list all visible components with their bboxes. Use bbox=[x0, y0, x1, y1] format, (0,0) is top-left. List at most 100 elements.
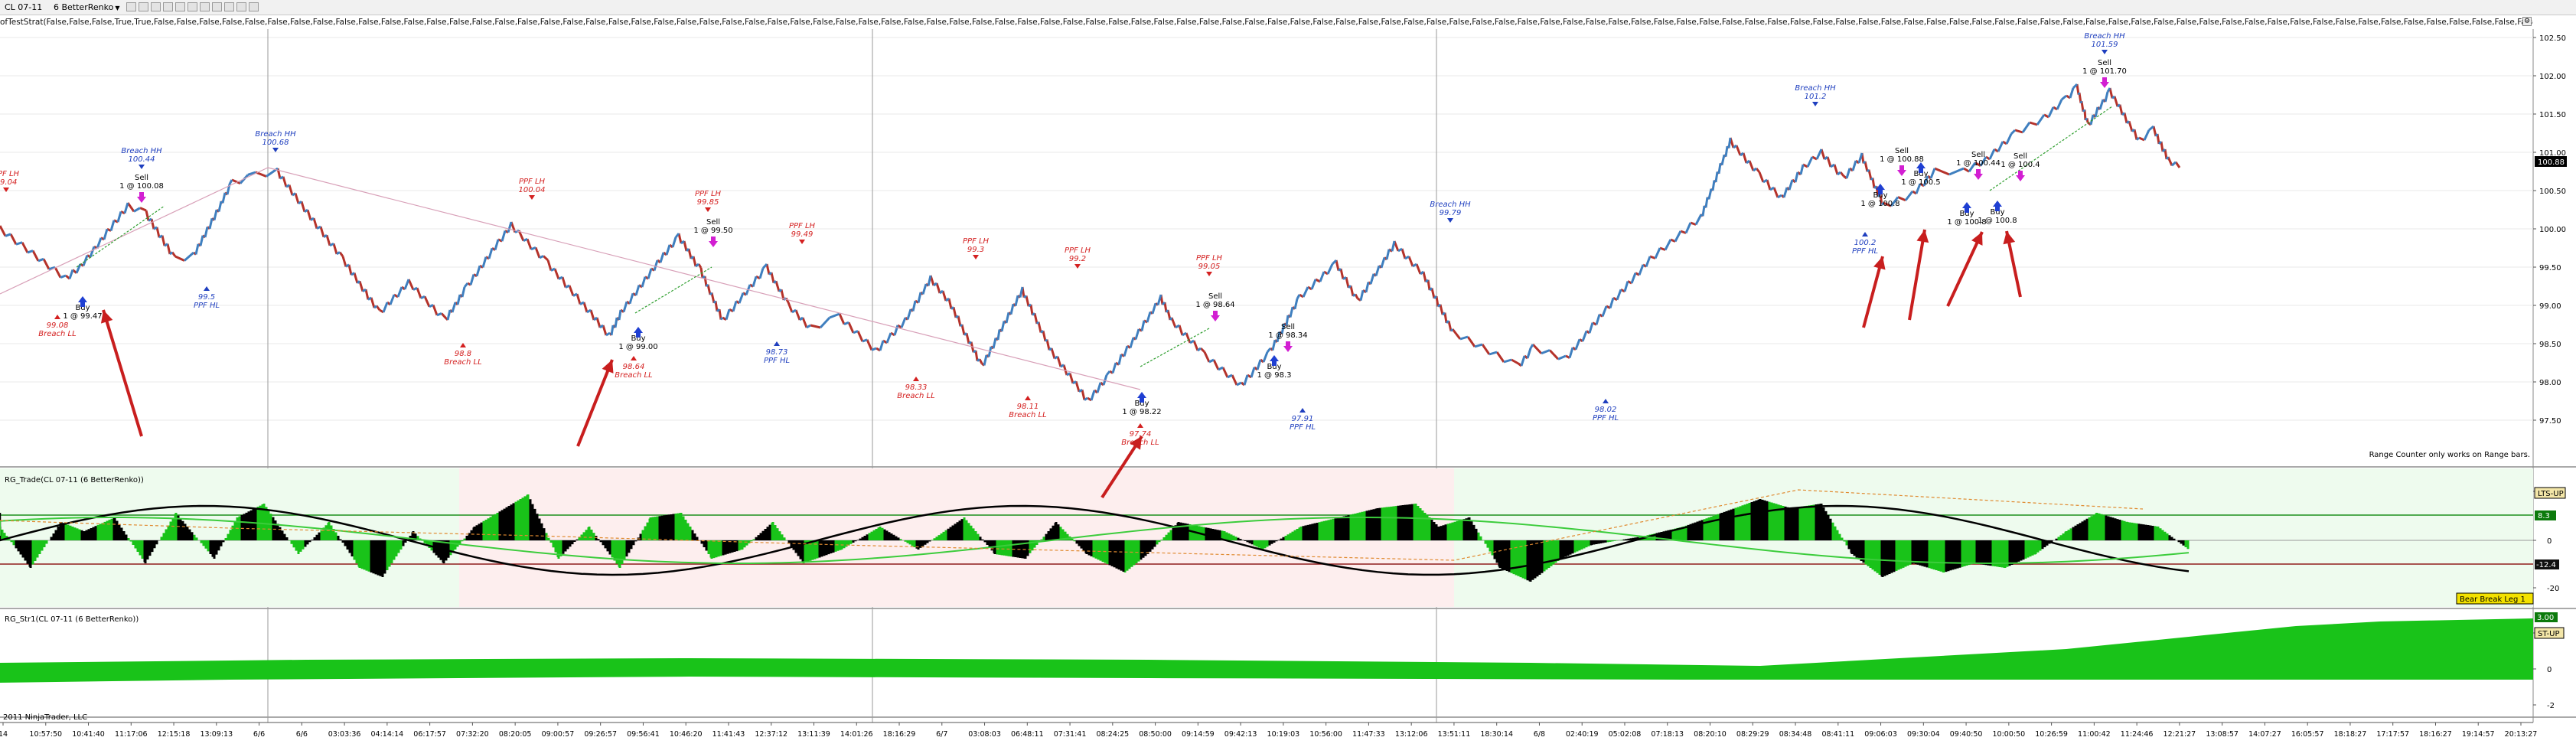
value-bottom-label: -12.4 bbox=[2536, 561, 2556, 569]
annotation-line-2: PPF HL bbox=[194, 302, 220, 310]
annotation-line-2: 100.04 bbox=[519, 186, 546, 194]
time-tick-label: 03:08:03 bbox=[968, 730, 1001, 739]
annotation-line-2: 100.44 bbox=[129, 155, 155, 164]
current-price-label: 100.88 bbox=[2538, 158, 2565, 167]
annotation-line-1: PPF LH bbox=[789, 222, 816, 230]
time-tick-label: 10:57:50 bbox=[29, 730, 62, 739]
trade-action: Sell bbox=[1208, 292, 1222, 301]
price-tick-label: 101.50 bbox=[2539, 111, 2566, 119]
time-tick-label: 11:24:46 bbox=[2121, 730, 2154, 739]
trade-fill: 1 @ 100.08 bbox=[119, 182, 164, 191]
annotation-line-2: 99.04 bbox=[0, 178, 17, 187]
trade-fill: 1 @ 98.64 bbox=[1195, 301, 1234, 309]
time-tick-label: 08:20:05 bbox=[499, 730, 532, 739]
trade-fill: 1 @ 99.00 bbox=[618, 343, 657, 351]
annotation-line-2: 100.68 bbox=[262, 139, 289, 147]
time-tick-label: 08:34:48 bbox=[1779, 730, 1812, 739]
annotation-line-1: Breach HH bbox=[255, 130, 296, 139]
time-tick-label: 6/6 bbox=[296, 730, 308, 739]
annotation-line-1: PPF LH bbox=[695, 190, 722, 198]
trade-fill: 1 @ 100.88 bbox=[1880, 155, 1924, 164]
annotation-line-1: PPF LH bbox=[519, 178, 546, 186]
value-top-label: 8.3 bbox=[2538, 512, 2550, 520]
annotation-line-1: Breach HH bbox=[2084, 32, 2125, 41]
time-tick-label: 10:26:59 bbox=[2035, 730, 2068, 739]
trade-action: Sell bbox=[1895, 147, 1909, 155]
time-tick-label: 08:41:11 bbox=[1821, 730, 1854, 739]
annotation-line-2: 99.05 bbox=[1198, 263, 1221, 271]
time-tick-label: 08:24:25 bbox=[1096, 730, 1129, 739]
time-tick-label: 16:05:57 bbox=[2291, 730, 2324, 739]
price-tick-label: 100.50 bbox=[2539, 188, 2566, 196]
price-tick-label: 98.00 bbox=[2539, 379, 2561, 387]
annotation-line-2: 99.79 bbox=[1440, 209, 1462, 217]
time-tick-label: 05:02:08 bbox=[1609, 730, 1642, 739]
trade-fill: 1 @ 99.50 bbox=[693, 227, 732, 235]
trade-fill: 1 @ 99.47 bbox=[63, 312, 102, 321]
time-tick-label: 12:37:12 bbox=[755, 730, 787, 739]
time-tick-label: 07:18:13 bbox=[1651, 730, 1684, 739]
time-tick-label: 11:41:43 bbox=[712, 730, 745, 739]
annotation-line-2: PPF HL bbox=[1593, 414, 1619, 422]
time-tick-label: 09:26:57 bbox=[584, 730, 617, 739]
time-tick-label: 07:32:20 bbox=[456, 730, 489, 739]
trade-action: Sell bbox=[706, 218, 720, 227]
annotation-line-1: PPF LH bbox=[1065, 246, 1091, 255]
annotation-line-2: 99.49 bbox=[791, 230, 814, 239]
time-tick-label: 10:19:03 bbox=[1267, 730, 1300, 739]
indicator-title: RG_Str1(CL 07-11 (6 BetterRenko)) bbox=[5, 615, 139, 624]
trade-fill: 1 @ 98.34 bbox=[1268, 331, 1307, 340]
annotation-line-2: 101.59 bbox=[2092, 41, 2118, 49]
time-tick-label: 19:14:57 bbox=[2462, 730, 2495, 739]
price-tick-label: 102.50 bbox=[2539, 34, 2566, 43]
annotation-line-1: 98.02 bbox=[1595, 406, 1617, 414]
annotation-line-1: 97.91 bbox=[1292, 415, 1314, 423]
bull-zone bbox=[1454, 468, 2533, 607]
p3-tick-label: 0 bbox=[2547, 666, 2552, 674]
chart-canvas[interactable]: PPF LH99.04Breach HH100.44Breach HH100.6… bbox=[0, 0, 2576, 747]
time-tick-label: 09:40:50 bbox=[1950, 730, 1983, 739]
annotation-line-2: Breach LL bbox=[444, 358, 481, 367]
annotation-line-2: 99.3 bbox=[967, 246, 984, 254]
trade-action: Sell bbox=[1971, 151, 1985, 159]
strength-area bbox=[0, 618, 2533, 683]
time-tick-label: 06:48:11 bbox=[1011, 730, 1044, 739]
indicator-title: RG_Trade(CL 07-11 (6 BetterRenko)) bbox=[5, 476, 144, 484]
time-tick-label: 13:09:13 bbox=[200, 730, 233, 739]
price-tick-label: 97.50 bbox=[2539, 417, 2561, 426]
price-panel bbox=[0, 29, 2576, 465]
trade-fill: 1 @ 98.22 bbox=[1122, 408, 1161, 416]
time-tick-label: 11:17:06 bbox=[115, 730, 148, 739]
lts-badge-label: LTS-UP bbox=[2538, 490, 2564, 498]
trade-fill: 1 @ 100.8 bbox=[1978, 217, 2017, 225]
annotation-line-2: Breach LL bbox=[897, 392, 934, 400]
trade-action: Sell bbox=[135, 174, 148, 182]
time-tick-label: 08:29:29 bbox=[1736, 730, 1769, 739]
annotation-line-1: Breach HH bbox=[1430, 201, 1471, 209]
time-tick-label: 18:16:27 bbox=[2419, 730, 2452, 739]
annotation-line-2: PPF HL bbox=[1290, 423, 1316, 432]
st-badge-label: ST-UP bbox=[2538, 630, 2560, 638]
annotation-line-2: PPF HL bbox=[764, 357, 790, 365]
annotation-line-1: 98.11 bbox=[1017, 403, 1039, 411]
annotation-line-1: PPF LH bbox=[1196, 254, 1223, 263]
time-tick-label: 10:41:40 bbox=[72, 730, 105, 739]
time-tick-label: 13:51:11 bbox=[1438, 730, 1471, 739]
trade-fill: 1 @ 100.5 bbox=[1901, 178, 1940, 187]
time-tick-label: 10:56:00 bbox=[1309, 730, 1342, 739]
time-tick-label: 17:17:57 bbox=[2376, 730, 2409, 739]
annotation-line-2: Breach LL bbox=[615, 371, 652, 380]
price-tick-label: 100.00 bbox=[2539, 226, 2566, 234]
time-tick-label: 12:21:27 bbox=[2164, 730, 2196, 739]
time-tick-label: 09:06:03 bbox=[1864, 730, 1897, 739]
time-tick-label: 03:03:36 bbox=[328, 730, 361, 739]
time-tick-label: 02:40:19 bbox=[1566, 730, 1599, 739]
trade-fill: 1 @ 100.44 bbox=[1956, 159, 2000, 168]
annotation-line-2: Breach LL bbox=[1009, 411, 1046, 419]
time-tick-label: 09:42:13 bbox=[1224, 730, 1257, 739]
time-tick-label: 10:46:20 bbox=[670, 730, 703, 739]
time-tick-label: 6/7 bbox=[936, 730, 947, 739]
time-tick-label: 08:50:00 bbox=[1139, 730, 1172, 739]
time-tick-label: 18:16:29 bbox=[883, 730, 916, 739]
time-tick-label: 12:15:18 bbox=[158, 730, 191, 739]
